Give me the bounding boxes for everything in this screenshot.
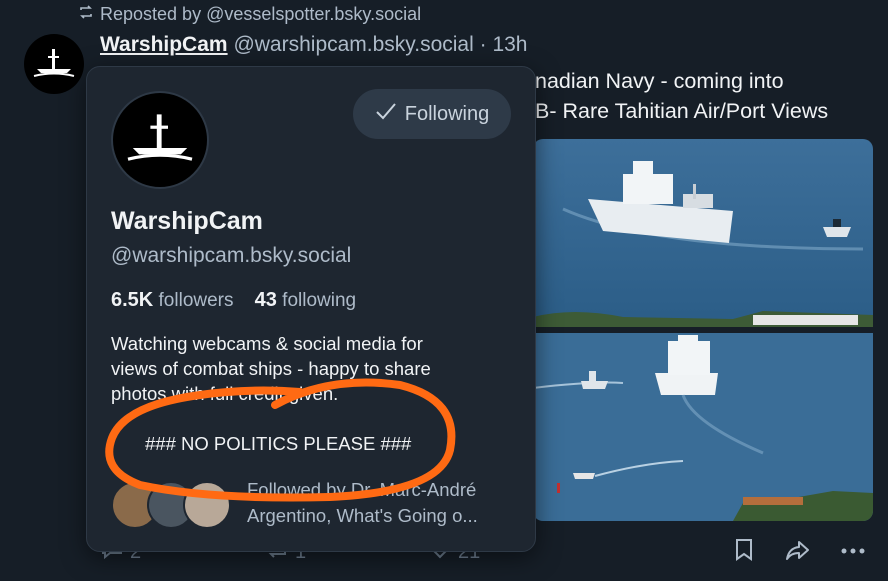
- profile-hover-card: Following WarshipCam @warshipcam.bsky.so…: [86, 66, 536, 552]
- author-handle[interactable]: @warshipcam.bsky.social: [233, 33, 473, 56]
- followed-by-line: Argentino, What's Going o...: [247, 505, 478, 526]
- followed-by-avatars[interactable]: [111, 481, 231, 529]
- more-options-button[interactable]: [840, 538, 866, 568]
- avatar: [183, 481, 231, 529]
- share-icon: [785, 538, 811, 568]
- author-name[interactable]: WarshipCam: [100, 33, 228, 56]
- author-avatar[interactable]: [24, 34, 84, 94]
- post-image-1[interactable]: [533, 139, 873, 327]
- profile-handle[interactable]: @warshipcam.bsky.social: [111, 244, 351, 268]
- post-text-line: B- Rare Tahitian Air/Port Views: [535, 99, 829, 123]
- warship-logo-icon: [127, 114, 193, 161]
- profile-stats: 6.5K followers 43 following: [111, 289, 356, 312]
- repost-label: Reposted by @vesselspotter.bsky.social: [100, 4, 422, 24]
- followed-by-text[interactable]: Followed by Dr. Marc-André Argentino, Wh…: [247, 477, 517, 529]
- more-icon: [840, 538, 866, 568]
- warship-logo-icon: [33, 49, 75, 77]
- following-count: 43: [254, 289, 277, 311]
- bookmark-button[interactable]: [733, 538, 755, 568]
- repost-icon: [78, 4, 94, 25]
- share-button[interactable]: [785, 538, 811, 568]
- followed-by-line: Followed by Dr. Marc-André: [247, 479, 477, 500]
- post-header: WarshipCam @warshipcam.bsky.social · 13h: [100, 33, 528, 57]
- followers-count: 6.5K: [111, 289, 154, 311]
- bio-line: photos with full credit given.: [111, 383, 339, 404]
- bio-line: Watching webcams & social media for: [111, 333, 423, 354]
- bio-no-politics-line: ### NO POLITICS PLEASE ###: [145, 433, 412, 454]
- post-image-2[interactable]: [533, 333, 873, 521]
- followers-label: followers: [158, 290, 234, 311]
- profile-avatar[interactable]: [111, 91, 209, 189]
- followers-stat[interactable]: 6.5K followers: [111, 289, 234, 311]
- checkmark-icon: [375, 101, 397, 127]
- following-label: following: [282, 290, 357, 311]
- following-button[interactable]: Following: [353, 89, 511, 139]
- profile-bio: Watching webcams & social media for view…: [111, 331, 511, 406]
- following-button-label: Following: [404, 102, 490, 125]
- post-time[interactable]: · 13h: [480, 33, 528, 56]
- post-text: nadian Navy - coming into B- Rare Tahiti…: [535, 66, 828, 126]
- bookmark-icon: [733, 538, 755, 568]
- following-stat[interactable]: 43 following: [254, 289, 357, 311]
- bio-line: views of combat ships - happy to share: [111, 358, 431, 379]
- repost-attribution[interactable]: Reposted by @vesselspotter.bsky.social: [78, 4, 421, 25]
- post-text-line: nadian Navy - coming into: [535, 69, 784, 93]
- profile-display-name[interactable]: WarshipCam: [111, 207, 263, 236]
